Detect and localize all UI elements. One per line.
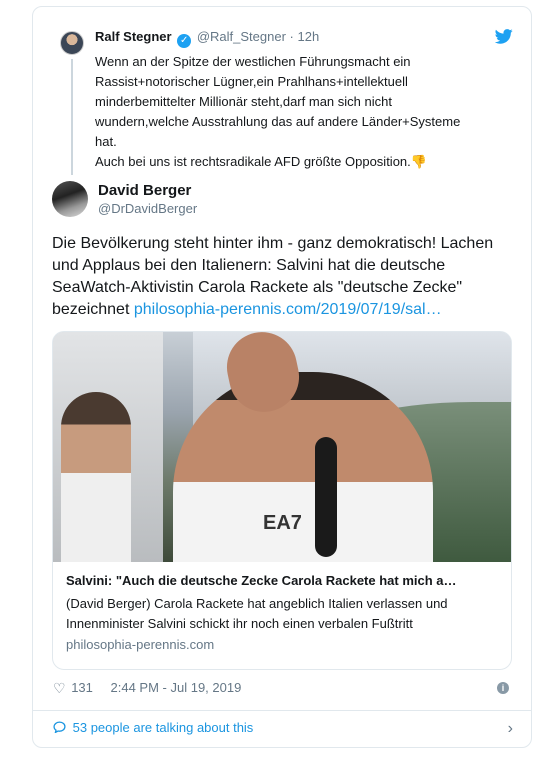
parent-text-line: Wenn an der Spitze der westlichen Führun… — [95, 54, 411, 69]
author-handle[interactable]: @DrDavidBerger — [98, 201, 197, 216]
link-preview-image[interactable]: EA7 — [53, 332, 511, 562]
verified-badge-icon: ✓ — [177, 34, 192, 48]
tweet-text-line-last: bezeichnet philosophia-perennis.com/2019… — [52, 299, 522, 321]
author-name[interactable]: David Berger — [98, 182, 191, 199]
parent-author-handle[interactable]: @Ralf_Stegner — [197, 29, 286, 44]
thread-line — [71, 59, 73, 175]
parent-tweet-header: Ralf Stegner ✓ @Ralf_Stegner · 12h — [95, 29, 319, 48]
divider — [33, 710, 531, 711]
parent-text-line: wundern,welche Ausstrahlung das auf ande… — [95, 114, 461, 129]
parent-text-line: minderbemittelter Millionär steht,darf m… — [95, 94, 392, 109]
tweet-text-line: SeaWatch-Aktivistin Carola Rackete als "… — [52, 279, 463, 296]
thumbs-down-emoji-icon: 👎 — [410, 154, 427, 169]
heart-icon[interactable]: ♡ — [53, 680, 66, 697]
image-shirt-logo: EA7 — [263, 512, 302, 534]
speech-bubble-icon — [53, 720, 66, 735]
image-microphone — [315, 437, 337, 557]
like-count[interactable]: 131 — [71, 680, 93, 695]
tweet-timestamp[interactable]: 2:44 PM - Jul 19, 2019 — [111, 680, 242, 695]
tweet-text-line: und Applaus bei den Italienern: Salvini … — [52, 257, 446, 274]
twitter-bird-icon[interactable] — [494, 29, 513, 45]
image-bystander — [61, 392, 131, 562]
parent-author-name[interactable]: Ralf Stegner — [95, 29, 172, 44]
ralf-stegner-avatar[interactable] — [60, 31, 84, 55]
parent-text-line: Rassist+notorischer Lügner,ein Prahlhans… — [95, 74, 408, 89]
parent-tweet-text: Wenn an der Spitze der westlichen Führun… — [95, 52, 515, 172]
parent-text-line: Auch bei uns ist rechtsradikale AFD größ… — [95, 154, 411, 169]
link-card-description-line: (David Berger) Carola Rackete hat angebl… — [66, 596, 448, 611]
parent-text-line: hat. — [95, 134, 117, 149]
tweet-text-line: Die Bevölkerung steht hinter ihm - ganz … — [52, 235, 494, 252]
tweet-meta-row: ♡ 131 2:44 PM - Jul 19, 2019 — [53, 680, 241, 697]
parent-tweet-time[interactable]: 12h — [297, 29, 319, 44]
david-berger-avatar[interactable] — [52, 181, 88, 217]
tweet-url-link[interactable]: philosophia-perennis.com/2019/07/19/sal… — [134, 301, 442, 318]
embedded-tweet-card: Ralf Stegner ✓ @Ralf_Stegner · 12h Wenn … — [32, 6, 532, 748]
parent-text-line-last: Auch bei uns ist rechtsradikale AFD größ… — [95, 152, 515, 172]
link-preview-card[interactable]: EA7 Salvini: "Auch die deutsche Zecke Ca… — [52, 331, 512, 670]
conversation-label: 53 people are talking about this — [72, 720, 254, 735]
conversation-link[interactable]: 53 people are talking about this › — [53, 720, 513, 740]
chevron-right-icon[interactable]: › — [508, 720, 513, 738]
link-card-title[interactable]: Salvini: "Auch die deutsche Zecke Carola… — [66, 573, 457, 588]
tweet-text-fragment: bezeichnet — [52, 301, 134, 318]
link-card-description: (David Berger) Carola Rackete hat angebl… — [66, 594, 506, 634]
tweet-text: Die Bevölkerung steht hinter ihm - ganz … — [52, 233, 522, 321]
link-card-domain: philosophia-perennis.com — [66, 637, 215, 652]
info-icon[interactable]: i — [497, 682, 509, 694]
link-card-description-line: Innenminister Salvini schickt ihr noch e… — [66, 616, 413, 631]
